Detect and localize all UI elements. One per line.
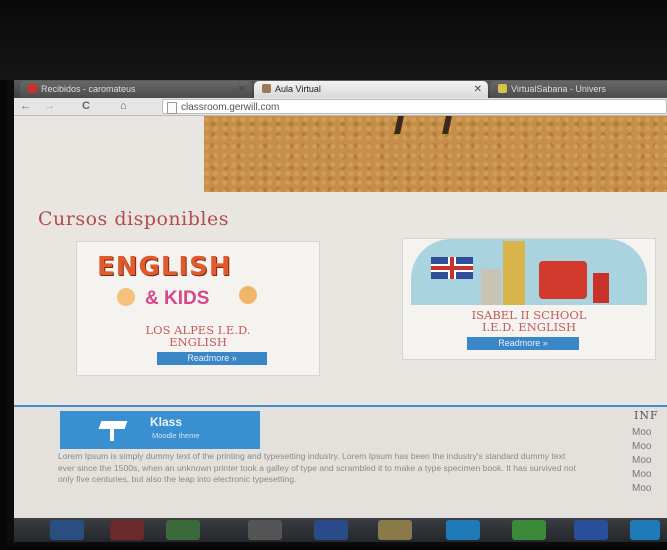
course-title[interactable]: ISABEL II SCHOOL I.E.D. ENGLISH	[403, 309, 655, 333]
brand-subtitle: Moodle theme	[152, 431, 200, 440]
skype-icon[interactable]	[446, 520, 480, 540]
red-bus-icon	[539, 261, 587, 299]
building-icon	[481, 269, 501, 305]
klass-logo[interactable]: Klass Moodle theme	[60, 411, 260, 449]
logo-text: ENGLISH	[97, 252, 232, 282]
reload-icon[interactable]: C	[82, 99, 90, 114]
readmore-button[interactable]: Readmore »	[467, 337, 579, 350]
footer-description: Lorem Ipsum is simply dummy text of the …	[58, 451, 576, 484]
readmore-button[interactable]: Readmore »	[157, 352, 267, 365]
web-page: Cursos disponibles ENGLISH & KIDS LOS AL…	[14, 116, 667, 518]
child-icon	[239, 286, 257, 304]
child-icon	[117, 288, 135, 306]
page-icon	[167, 102, 177, 114]
course-title-line: I.E.D. ENGLISH	[481, 320, 577, 334]
monitor-bezel	[0, 0, 667, 80]
start-button-icon[interactable]	[50, 520, 84, 540]
gmail-icon	[28, 84, 37, 93]
brand-name: Klass	[150, 415, 183, 429]
graduation-cap-icon	[96, 419, 130, 441]
info-link[interactable]: Moo	[632, 469, 651, 480]
site-favicon-icon	[262, 84, 271, 93]
app-icon[interactable]	[630, 520, 660, 540]
app-icon[interactable]	[248, 520, 282, 540]
big-ben-icon	[503, 241, 525, 305]
tab-gmail[interactable]: Recibidos - caromateus ✕	[20, 81, 252, 98]
course-card[interactable]: ISABEL II SCHOOL I.E.D. ENGLISH Readmore…	[402, 238, 656, 360]
footer: Klass Moodle theme Lorem Ipsum is simply…	[14, 407, 667, 518]
back-arrow-icon[interactable]: ←	[20, 99, 31, 114]
site-favicon-icon	[498, 84, 507, 93]
browser-tab-bar: Recibidos - caromateus ✕ Aula Virtual ✕ …	[14, 80, 667, 98]
word-icon[interactable]	[574, 520, 608, 540]
tab-label: Aula Virtual	[275, 84, 321, 94]
info-link[interactable]: Moo	[632, 483, 651, 494]
hero-banner-image	[204, 116, 667, 192]
tab-label: Recibidos - caromateus	[41, 84, 136, 94]
london-illustration	[411, 239, 647, 305]
phone-box-icon	[593, 273, 609, 303]
course-title[interactable]: LOS ALPES I.E.D. ENGLISH	[77, 324, 319, 348]
page-title: Cursos disponibles	[38, 208, 229, 230]
app-icon[interactable]	[110, 520, 144, 540]
info-heading: INF	[634, 409, 659, 422]
course-title-line: ENGLISH	[169, 335, 227, 349]
info-link[interactable]: Moo	[632, 427, 651, 438]
facebook-icon[interactable]	[314, 520, 348, 540]
browser-toolbar: ← → C ⌂ classroom.gerwill.com	[14, 98, 667, 116]
url-text: classroom.gerwill.com	[181, 102, 280, 113]
forward-arrow-icon[interactable]: →	[44, 99, 55, 114]
banner-figure-leg	[442, 116, 452, 134]
course-card[interactable]: ENGLISH & KIDS LOS ALPES I.E.D. ENGLISH …	[76, 241, 320, 376]
close-tab-icon[interactable]: ✕	[474, 81, 482, 98]
tab-aula-virtual[interactable]: Aula Virtual ✕	[254, 81, 488, 98]
logo-text: & KIDS	[145, 288, 210, 309]
close-tab-icon[interactable]: ✕	[238, 81, 246, 98]
info-link[interactable]: Moo	[632, 441, 651, 452]
info-link[interactable]: Moo	[632, 455, 651, 466]
app-icon[interactable]	[166, 520, 200, 540]
english-kids-logo: ENGLISH & KIDS	[97, 248, 297, 314]
taskbar	[14, 518, 667, 542]
tab-label: VirtualSabana - Univers	[511, 84, 606, 94]
chrome-icon[interactable]	[512, 520, 546, 540]
tab-virtualsabana[interactable]: VirtualSabana - Univers	[490, 81, 667, 98]
home-icon[interactable]: ⌂	[120, 99, 127, 114]
uk-flag-icon	[431, 257, 473, 279]
address-bar[interactable]: classroom.gerwill.com	[162, 99, 667, 114]
folder-icon[interactable]	[378, 520, 412, 540]
banner-figure-leg	[394, 116, 404, 134]
